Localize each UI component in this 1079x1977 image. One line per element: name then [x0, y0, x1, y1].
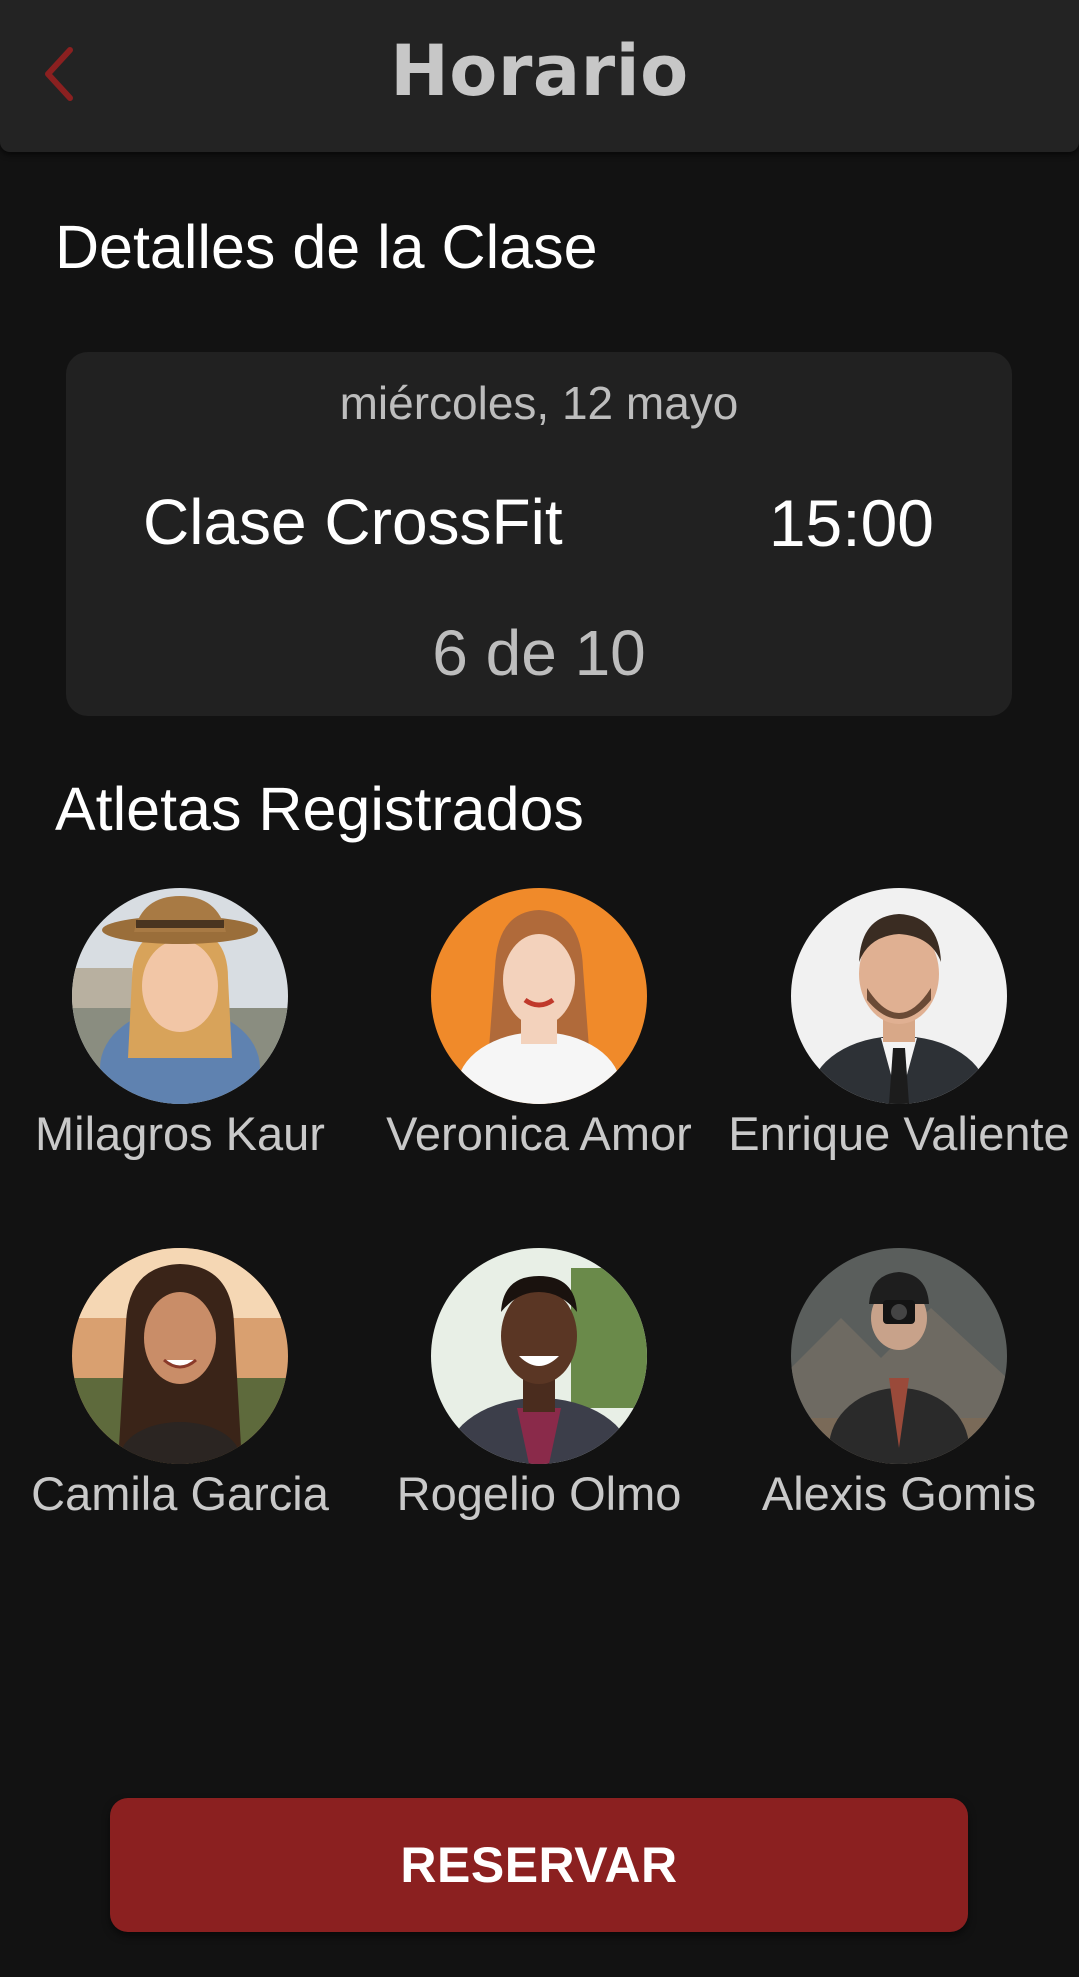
page-title: Horario — [390, 30, 689, 112]
athlete-card[interactable]: Rogelio Olmo — [359, 1248, 719, 1521]
athlete-card[interactable]: Camila Garcia — [0, 1248, 360, 1521]
athlete-name: Alexis Gomis — [761, 1467, 1037, 1520]
class-card: miércoles, 12 mayo Clase CrossFit 15:00 … — [66, 352, 1012, 716]
athlete-name: Camila Garcia — [31, 1467, 329, 1520]
athlete-name: Milagros Kaur — [35, 1107, 325, 1160]
athlete-card[interactable]: Enrique Valiente — [719, 888, 1079, 1161]
avatar — [791, 1248, 1007, 1464]
class-time: 15:00 — [768, 486, 934, 560]
avatar — [431, 1248, 647, 1464]
athlete-card[interactable]: Alexis Gomis — [719, 1248, 1079, 1521]
app-bar: Horario — [0, 0, 1079, 152]
class-name: Clase CrossFit — [143, 486, 563, 558]
athlete-card[interactable]: Veronica Amor — [359, 888, 719, 1161]
avatar — [791, 888, 1007, 1104]
class-date: miércoles, 12 mayo — [339, 377, 739, 429]
athlete-card[interactable]: Milagros Kaur — [0, 888, 360, 1161]
athletes-heading: Atletas Registrados — [55, 775, 584, 843]
class-details-heading: Detalles de la Clase — [55, 213, 598, 281]
athlete-name: Veronica Amor — [386, 1107, 692, 1160]
class-capacity: 6 de 10 — [432, 617, 646, 689]
avatar — [72, 1248, 288, 1464]
reserve-button-label: RESERVAR — [400, 1837, 678, 1893]
avatar — [72, 888, 288, 1104]
reserve-button[interactable]: RESERVAR — [110, 1798, 968, 1932]
athlete-name: Rogelio Olmo — [396, 1467, 682, 1520]
avatar — [431, 888, 647, 1104]
athlete-name: Enrique Valiente — [728, 1107, 1070, 1160]
